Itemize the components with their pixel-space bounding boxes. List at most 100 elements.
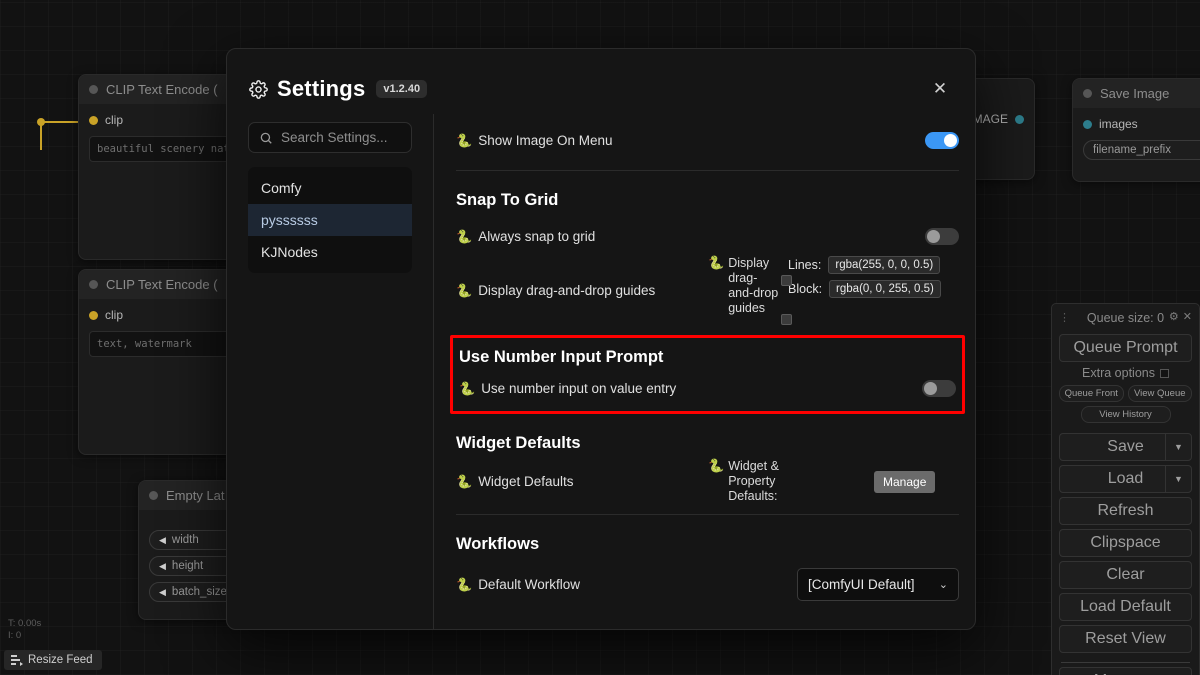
widget-defaults-inline-text: Widget & Property Defaults: [728, 459, 779, 503]
setting-label: 🐍 Always snap to grid [456, 229, 915, 244]
port-label: clip [105, 113, 124, 127]
section-divider [456, 514, 959, 515]
view-history-button[interactable]: View History [1080, 406, 1171, 423]
sidebar-item-kjnodes[interactable]: KJNodes [248, 236, 412, 268]
setting-label-text: Use number input on value entry [481, 380, 677, 396]
highlight-box-number-input-prompt: Use Number Input Prompt 🐍 Use number inp… [450, 335, 965, 414]
reset-view-button[interactable]: Reset View [1059, 625, 1192, 653]
clipspace-button[interactable]: Clipspace [1059, 529, 1192, 557]
resize-feed-label: Resize Feed [28, 654, 93, 666]
lines-label: Lines: [788, 258, 822, 272]
setting-label-text: Show Image On Menu [478, 132, 613, 148]
section-divider [456, 170, 959, 171]
snake-icon: 🐍 [708, 458, 725, 473]
guides-lines-row: Lines: rgba(255, 0, 0, 0.5) [788, 256, 941, 274]
node-input-port[interactable]: images [1083, 114, 1200, 134]
images-port-icon[interactable] [1083, 119, 1092, 129]
chevron-down-icon[interactable]: ⌄ [939, 578, 948, 591]
show-image-toggle[interactable] [925, 131, 959, 149]
comfy-menu-panel[interactable]: ⋮ Queue size: 0 ⚙ ✕ Queue Prompt Extra o… [1051, 303, 1200, 675]
snake-icon: 🐍 [459, 380, 476, 396]
snake-icon: 🐍 [456, 474, 473, 489]
resize-feed-button[interactable]: Resize Feed [4, 650, 102, 670]
clip-port-icon[interactable] [89, 115, 98, 125]
guides-color-fields: Lines: rgba(255, 0, 0, 0.5) Block: rgba(… [788, 256, 942, 298]
widget-label: batch_size [171, 586, 227, 598]
widget-filename-prefix[interactable]: filename_prefix [1083, 140, 1200, 160]
view-queue-button[interactable]: View Queue [1127, 385, 1192, 402]
chevron-down-icon[interactable]: ▼ [1165, 434, 1191, 460]
snake-icon: 🐍 [456, 283, 473, 298]
queue-size-label: Queue size: 0 [1086, 311, 1165, 325]
node-text-widget[interactable]: beautiful scenery nature glas [89, 136, 247, 162]
clip-port-icon[interactable] [89, 310, 98, 320]
collapse-dot-icon[interactable] [149, 491, 158, 500]
setting-use-number-input[interactable]: 🐍 Use number input on value entry [459, 373, 956, 403]
extra-options-row[interactable]: Extra options [1059, 362, 1192, 381]
setting-label: 🐍 Widget Defaults [456, 474, 698, 489]
toggle-knob [927, 229, 940, 243]
setting-label: 🐍 Show Image On Menu [456, 133, 915, 148]
refresh-button[interactable]: Refresh [1059, 497, 1192, 525]
guides-checkboxes [781, 275, 793, 325]
lines-checkbox[interactable] [781, 275, 793, 286]
manage-button[interactable]: Manage [874, 470, 936, 493]
manager-button[interactable]: Manager [1059, 667, 1192, 675]
feed-stats: T: 0.00s I: 0 [8, 618, 41, 642]
settings-dialog[interactable]: Settings v1.2.40 ✕ Comfy pyssssss KJNode… [226, 48, 976, 630]
close-button[interactable]: ✕ [927, 76, 953, 102]
toggle-knob [924, 381, 937, 395]
default-workflow-select[interactable]: [ComfyUI Default] ⌄ [797, 567, 959, 601]
image-port-icon[interactable] [1015, 114, 1024, 124]
queue-prompt-button[interactable]: Queue Prompt [1059, 334, 1192, 362]
collapse-dot-icon[interactable] [1083, 89, 1092, 98]
setting-label: 🐍 Use number input on value entry [459, 381, 912, 396]
collapse-dot-icon[interactable] [89, 280, 98, 289]
gear-icon[interactable]: ⚙ [1169, 310, 1179, 323]
block-checkbox[interactable] [781, 314, 793, 325]
guides-controls: 🐍 Display drag-and-drop guides Lines: rg… [708, 256, 942, 325]
group-title-snap-to-grid: Snap To Grid [456, 191, 559, 209]
node-text-widget[interactable]: text, watermark [89, 331, 247, 357]
toggle-knob [944, 133, 957, 147]
always-snap-toggle[interactable] [925, 227, 959, 245]
clear-button[interactable]: Clear [1059, 561, 1192, 589]
setting-display-drag-drop-guides[interactable]: 🐍 Display drag-and-drop guides 🐍 Display… [456, 256, 959, 325]
node-input-port[interactable]: clip [89, 110, 247, 130]
lines-color-input[interactable]: rgba(255, 0, 0, 0.5) [828, 256, 941, 274]
block-label: Block: [788, 282, 823, 296]
setting-default-workflow[interactable]: 🐍 Default Workflow [ComfyUI Default] ⌄ [456, 560, 959, 608]
queue-front-button[interactable]: Queue Front [1059, 385, 1124, 402]
feed-stat-iterations: I: 0 [8, 630, 22, 641]
extra-options-checkbox[interactable] [1159, 368, 1169, 378]
setting-label-text: Always snap to grid [478, 228, 596, 244]
save-combo[interactable]: Save ▼ [1059, 433, 1192, 461]
number-input-toggle[interactable] [922, 379, 956, 397]
decrement-arrow-icon[interactable]: ◀ [159, 561, 166, 572]
setting-always-snap-to-grid[interactable]: 🐍 Always snap to grid [456, 216, 959, 256]
collapse-dot-icon[interactable] [89, 85, 98, 94]
close-icon[interactable]: ✕ [1183, 310, 1192, 323]
search-input[interactable] [281, 130, 401, 145]
block-color-input[interactable]: rgba(0, 0, 255, 0.5) [829, 280, 942, 298]
search-box[interactable] [248, 122, 412, 153]
node-save-image[interactable]: Save Image images filename_prefix [1072, 78, 1200, 182]
load-combo[interactable]: Load ▼ [1059, 465, 1192, 493]
search-icon [260, 132, 272, 144]
chevron-down-icon[interactable]: ▼ [1165, 466, 1191, 492]
snake-icon: 🐍 [456, 228, 473, 244]
decrement-arrow-icon[interactable]: ◀ [159, 535, 166, 546]
guides-block-row: Block: rgba(0, 0, 255, 0.5) [788, 280, 942, 298]
decrement-arrow-icon[interactable]: ◀ [159, 587, 166, 598]
load-default-button[interactable]: Load Default [1059, 593, 1192, 621]
node-title-text: Save Image [1100, 86, 1170, 101]
drag-handle-icon[interactable]: ⋮ [1059, 311, 1070, 324]
sidebar-item-pyssssss[interactable]: pyssssss [248, 204, 412, 236]
sidebar-item-comfy[interactable]: Comfy [248, 172, 412, 204]
node-input-port[interactable]: clip [89, 305, 247, 325]
group-title-use-number-input-prompt: Use Number Input Prompt [459, 348, 664, 366]
setting-widget-defaults[interactable]: 🐍 Widget Defaults 🐍 Widget & Property De… [456, 459, 959, 504]
setting-show-image-on-menu[interactable]: 🐍 Show Image On Menu [456, 120, 959, 160]
resize-icon [11, 655, 23, 666]
settings-content: 🐍 Show Image On Menu Snap To Grid 🐍 Alwa… [433, 114, 975, 629]
